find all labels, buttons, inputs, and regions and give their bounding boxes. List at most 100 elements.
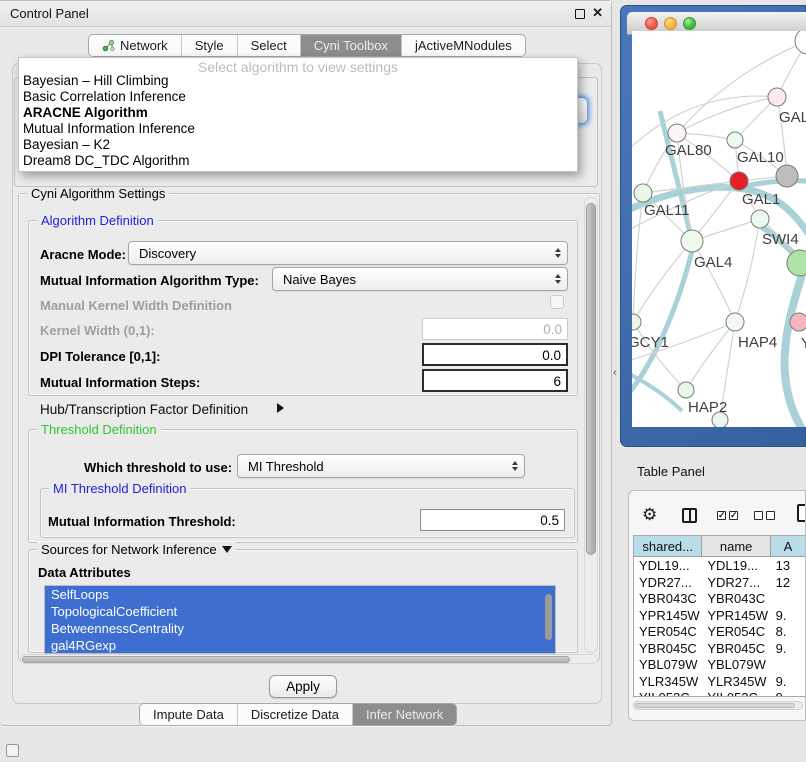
node[interactable] (790, 313, 806, 331)
algorithm-option[interactable]: Bayesian – Hill Climbing (23, 73, 169, 88)
mi-algorithm-type-value: Naive Bayes (283, 272, 356, 287)
attribute-item[interactable]: gal4RGexp (45, 637, 555, 654)
table-row[interactable]: YBR043C YBR043C (634, 590, 806, 607)
columns-icon[interactable] (682, 508, 697, 523)
table-row[interactable]: YDR27... YDR27... 12 (634, 574, 806, 591)
mi-threshold-definition-legend: MI Threshold Definition (49, 481, 190, 496)
node-label: HAP4 (738, 334, 777, 351)
column-header-clipped[interactable]: A (771, 536, 806, 556)
new-table-icon[interactable] (797, 504, 806, 522)
network-canvas[interactable]: GAL GAL80 GAL10 GAL1 GAL11 SWI4 GAL4 GCY… (632, 31, 806, 427)
attribute-list-scrollbar[interactable] (545, 594, 552, 640)
table-panel: ⚙ shared... name A YDL19... YDL19... 13 … (628, 490, 806, 721)
table-row[interactable]: YLR345W YLR345W 9. (634, 673, 806, 690)
aracne-mode-combobox[interactable]: Discovery (128, 241, 568, 265)
mi-algorithm-type-combobox[interactable]: Naive Bayes (272, 267, 568, 291)
algorithm-option-highlighted[interactable]: ARACNE Algorithm (23, 105, 148, 120)
mi-threshold-label: Mutual Information Threshold: (48, 514, 236, 529)
table-horizontal-scrollbar[interactable] (633, 701, 803, 710)
settings-horizontal-scrollbar[interactable] (20, 654, 598, 664)
tab-jactivemnodules[interactable]: jActiveMNodules (402, 35, 525, 56)
table-row[interactable]: YBR045C YBR045C 9. (634, 640, 806, 657)
table-row[interactable]: YPR145W YPR145W 9. (634, 607, 806, 624)
mi-steps-field[interactable]: 6 (422, 369, 568, 392)
node-gal11[interactable] (634, 184, 652, 202)
node-swi4[interactable] (751, 210, 769, 228)
tab-discretize-data[interactable]: Discretize Data (238, 704, 353, 725)
node[interactable] (776, 165, 798, 187)
settings-vertical-scrollbar-thumb[interactable] (586, 203, 596, 555)
node-label: GAL10 (737, 149, 784, 166)
node-label: GCY1 (632, 334, 669, 351)
dpi-tolerance-field[interactable]: 0.0 (422, 343, 568, 366)
cyni-algorithm-settings-legend: Cyni Algorithm Settings (27, 186, 169, 201)
table-row[interactable]: YIL052C YIL052C 9. (634, 689, 806, 697)
network-icon (102, 39, 115, 52)
algorithm-option[interactable]: Dream8 DC_TDC Algorithm (23, 153, 190, 168)
tab-network[interactable]: Network (89, 35, 182, 56)
settings-horizontal-scrollbar-thumb[interactable] (22, 656, 570, 663)
close-window-icon[interactable] (645, 17, 658, 30)
tab-impute-data[interactable]: Impute Data (140, 704, 238, 725)
table-row[interactable]: YBL079W YBL079W (634, 656, 806, 673)
expander-expanded-icon[interactable] (222, 546, 232, 553)
attribute-item[interactable]: BetweennessCentrality (45, 620, 555, 637)
node-label: GAL4 (694, 254, 732, 271)
algorithm-option[interactable]: Bayesian – K2 (23, 137, 110, 152)
combo-arrows-icon (555, 274, 561, 284)
table-row[interactable]: YER054C YER054C 8. (634, 623, 806, 640)
select-all-checkboxes-icon[interactable] (717, 511, 738, 520)
kernel-width-field[interactable]: 0.0 (422, 318, 568, 340)
threshold-definition-legend: Threshold Definition (37, 422, 161, 437)
panel-splitter-handle[interactable]: ‹ (613, 367, 617, 379)
aracne-mode-label: Aracne Mode: (40, 247, 126, 262)
zoom-window-icon[interactable] (683, 17, 696, 30)
dpi-tolerance-label: DPI Tolerance [0,1]: (40, 349, 160, 364)
node-gal10[interactable] (727, 132, 743, 148)
column-header-name[interactable]: name (702, 536, 770, 556)
which-threshold-combobox[interactable]: MI Threshold (237, 454, 525, 478)
node[interactable] (795, 31, 806, 54)
combo-arrows-icon (512, 461, 518, 471)
node-hap2[interactable] (678, 382, 694, 398)
settings-vertical-scrollbar[interactable] (584, 197, 598, 653)
gear-icon[interactable]: ⚙ (642, 505, 657, 525)
node-gal1[interactable] (730, 172, 748, 190)
tab-style[interactable]: Style (182, 35, 238, 56)
node-gcy1[interactable] (632, 314, 641, 330)
which-threshold-value: MI Threshold (248, 459, 324, 474)
node-hap4[interactable] (726, 313, 744, 331)
manual-kernel-width-checkbox[interactable] (550, 295, 564, 309)
control-panel-title: Control Panel (10, 6, 89, 21)
tab-cyni-toolbox[interactable]: Cyni Toolbox (301, 35, 402, 56)
node-gal4[interactable] (681, 230, 703, 252)
node-label: GAL11 (644, 202, 690, 219)
combo-arrows-icon (555, 248, 561, 258)
table-row[interactable]: YDL19... YDL19... 13 (634, 557, 806, 574)
aracne-mode-value: Discovery (139, 246, 196, 261)
tab-select[interactable]: Select (238, 35, 301, 56)
close-panel-icon[interactable]: ✕ (592, 5, 603, 21)
node-attribute-table: shared... name A YDL19... YDL19... 13 YD… (633, 535, 806, 697)
apply-button[interactable]: Apply (269, 675, 337, 698)
collapsed-panel-icon[interactable] (6, 744, 19, 757)
column-header-shared-name[interactable]: shared... (634, 536, 702, 556)
algorithm-option[interactable]: Basic Correlation Inference (23, 89, 186, 104)
node-label: HAP2 (688, 399, 727, 416)
tab-network-label: Network (120, 38, 168, 53)
node-label: GAL80 (665, 142, 712, 159)
table-horizontal-scrollbar-thumb[interactable] (635, 703, 795, 708)
minimize-window-icon[interactable] (664, 17, 677, 30)
float-panel-icon[interactable] (575, 9, 585, 19)
tab-infer-network[interactable]: Infer Network (353, 704, 456, 725)
deselect-all-checkboxes-icon[interactable] (754, 511, 775, 520)
cyni-bottom-tabbar: Impute Data Discretize Data Infer Networ… (139, 703, 457, 726)
algorithm-option[interactable]: Mutual Information Inference (23, 121, 195, 136)
node-gal80[interactable] (668, 124, 686, 142)
node-label: GAL (779, 109, 806, 126)
expander-collapsed-icon[interactable] (277, 403, 284, 413)
attribute-item[interactable]: TopologicalCoefficient (45, 603, 555, 620)
node[interactable] (768, 88, 786, 106)
mi-threshold-field[interactable]: 0.5 (420, 509, 565, 531)
attribute-item[interactable]: SelfLoops (45, 586, 555, 603)
